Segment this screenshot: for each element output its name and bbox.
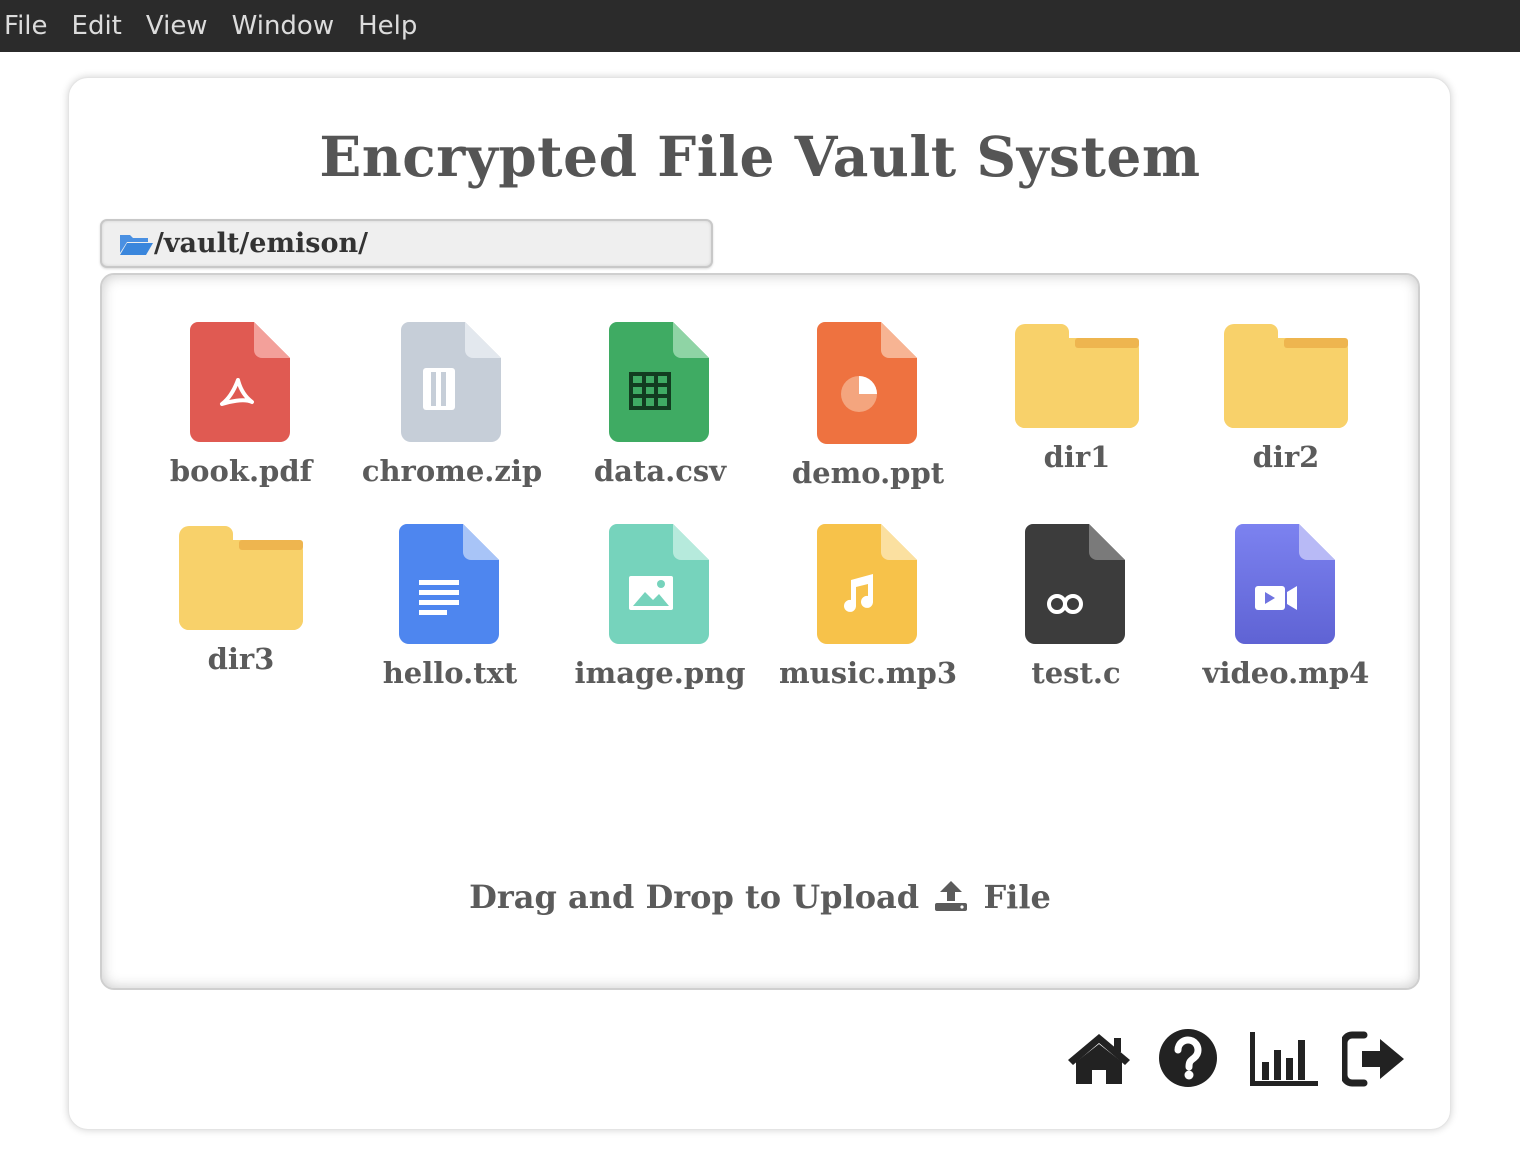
image-file-icon [609, 524, 709, 644]
code-file-icon [1025, 524, 1125, 644]
file-label: dir3 [207, 642, 275, 676]
file-label: video.mp4 [1202, 656, 1370, 690]
file-item-dir2[interactable]: dir2 [1186, 324, 1386, 474]
file-item-data-csv[interactable]: data.csv [560, 322, 760, 488]
upload-hint-text: Drag and Drop to Upload [469, 878, 920, 916]
text-file-icon [399, 524, 499, 644]
path-text: /vault/emison/ [154, 228, 368, 259]
file-label: data.csv [593, 454, 727, 488]
upload-icon [935, 881, 968, 911]
bar-chart-icon[interactable] [1248, 1030, 1320, 1088]
file-label: music.mp3 [778, 656, 957, 690]
file-item-dir3[interactable]: dir3 [141, 526, 341, 676]
folder-icon [1224, 324, 1348, 428]
file-item-dir1[interactable]: dir1 [977, 324, 1177, 474]
question-circle-icon[interactable] [1158, 1028, 1218, 1088]
audio-file-icon [817, 524, 917, 644]
file-item-video-mp4[interactable]: video.mp4 [1186, 524, 1386, 690]
menu-file[interactable]: File [0, 0, 60, 52]
file-item-book-pdf[interactable]: book.pdf [141, 322, 341, 488]
spreadsheet-file-icon [609, 322, 709, 442]
file-item-demo-ppt[interactable]: demo.ppt [768, 322, 968, 490]
file-label: dir1 [1043, 440, 1111, 474]
sign-out-icon[interactable] [1342, 1031, 1406, 1087]
upload-hint: Drag and Drop to Upload File [0, 878, 1520, 916]
video-file-icon [1235, 524, 1335, 644]
folder-icon [1015, 324, 1139, 428]
upload-hint-file-text: File [983, 878, 1051, 916]
path-bar[interactable]: /vault/emison/ [100, 219, 713, 268]
file-item-test-c[interactable]: test.c [976, 524, 1176, 690]
file-label: image.png [574, 656, 746, 690]
file-item-chrome-zip[interactable]: chrome.zip [352, 322, 552, 488]
file-label: hello.txt [382, 656, 518, 690]
folder-icon [179, 526, 303, 630]
zip-file-icon [401, 322, 501, 442]
page-title: Encrypted File Vault System [319, 124, 1201, 189]
pdf-file-icon [190, 322, 290, 442]
file-label: demo.ppt [791, 456, 945, 490]
file-item-music-mp3[interactable]: music.mp3 [768, 524, 968, 690]
file-item-image-png[interactable]: image.png [560, 524, 760, 690]
file-label: dir2 [1252, 440, 1320, 474]
menu-window[interactable]: Window [220, 0, 347, 52]
presentation-file-icon [817, 322, 917, 444]
menu-edit[interactable]: Edit [60, 0, 134, 52]
file-label: chrome.zip [361, 454, 543, 488]
file-item-hello-txt[interactable]: hello.txt [350, 524, 550, 690]
home-icon[interactable] [1066, 1032, 1132, 1086]
file-label: book.pdf [169, 454, 313, 488]
file-label: test.c [1031, 656, 1121, 690]
menu-bar: File Edit View Window Help [0, 0, 1520, 52]
menu-view[interactable]: View [134, 0, 220, 52]
menu-help[interactable]: Help [346, 0, 429, 52]
folder-open-icon [120, 234, 153, 255]
